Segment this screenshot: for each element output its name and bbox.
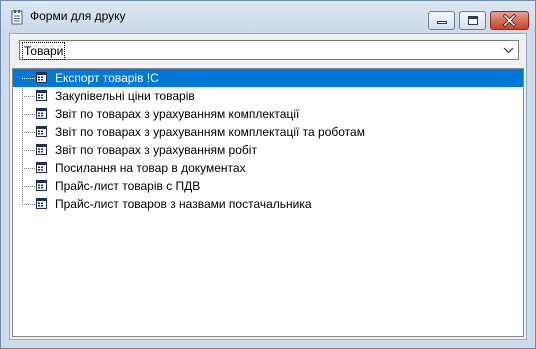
- tree-item-label: Посилання на товар в документах: [55, 161, 246, 175]
- print-forms-tree[interactable]: Експорт товарів !С Закупівельні ціни това…: [12, 68, 524, 337]
- tree-branch-line: [22, 186, 35, 187]
- tree-item[interactable]: Прайс-лист товаров з назвами постачальни…: [13, 195, 523, 213]
- tree-item-label: Прайс-лист товарів с ПДВ: [55, 179, 201, 193]
- maximize-icon: [468, 16, 478, 25]
- minimize-icon: [437, 21, 447, 24]
- tree-item-label: Закупівельні ціни товарів: [55, 89, 195, 103]
- tree-branch-line: [22, 150, 35, 151]
- tree-item-label: Звіт по товарах з урахуванням комплектац…: [55, 125, 365, 139]
- title-bar[interactable]: Форми для друку: [1, 1, 535, 33]
- maximize-button[interactable]: [459, 11, 486, 30]
- chevron-down-icon[interactable]: [499, 41, 518, 59]
- tree-item-label: Звіт по товарах з урахуванням комплектац…: [55, 107, 300, 121]
- report-form-icon: [36, 72, 47, 83]
- tree-item[interactable]: Закупівельні ціни товарів: [13, 87, 523, 105]
- print-forms-window: Форми для друку Товари Експорт товарів !…: [0, 0, 536, 349]
- tree-item[interactable]: Звіт по товарах з урахуванням комплектац…: [13, 123, 523, 141]
- category-select[interactable]: Товари: [19, 40, 519, 60]
- tree-branch-line: [22, 114, 35, 115]
- tree-branch-line: [22, 204, 35, 205]
- tree-item-label: Звіт по товарах з урахуванням робіт: [55, 143, 257, 157]
- category-select-value: Товари: [22, 42, 66, 60]
- tree-item[interactable]: Експорт товарів !С: [13, 69, 523, 87]
- tree-branch-line: [22, 78, 35, 79]
- report-form-icon: [36, 162, 47, 173]
- tree-item[interactable]: Посилання на товар в документах: [13, 159, 523, 177]
- tree-item[interactable]: Звіт по товарах з урахуванням робіт: [13, 141, 523, 159]
- close-button[interactable]: [490, 11, 529, 30]
- report-form-icon: [36, 144, 47, 155]
- close-icon: [502, 13, 517, 28]
- tree-item[interactable]: Звіт по товарах з урахуванням комплектац…: [13, 105, 523, 123]
- report-form-icon: [36, 90, 47, 101]
- tree-branch-line: [22, 96, 35, 97]
- report-form-icon: [36, 198, 47, 209]
- report-form-icon: [36, 108, 47, 119]
- tree-item-label: Прайс-лист товаров з назвами постачальни…: [55, 197, 312, 211]
- report-form-icon: [36, 180, 47, 191]
- tree-branch-line: [22, 168, 35, 169]
- document-list-icon: [11, 10, 23, 25]
- minimize-button[interactable]: [428, 11, 455, 30]
- report-form-icon: [36, 126, 47, 137]
- tree-item[interactable]: Прайс-лист товарів с ПДВ: [13, 177, 523, 195]
- tree-item-label: Експорт товарів !С: [55, 71, 159, 85]
- window-content: Товари Експорт товарів !С Закупівельні ці…: [9, 33, 527, 340]
- window-title: Форми для друку: [30, 9, 126, 23]
- tree-branch-line: [22, 132, 35, 133]
